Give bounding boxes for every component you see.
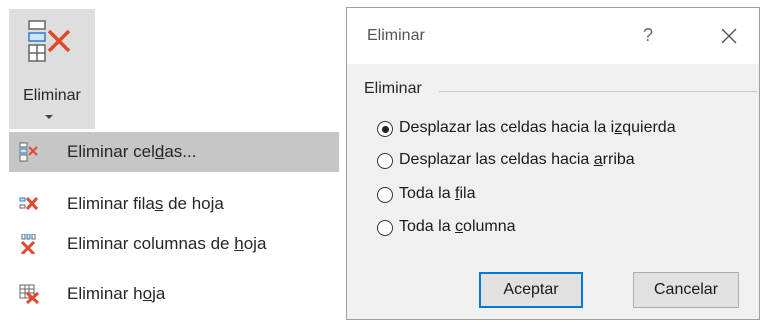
dropdown-arrow-icon[interactable] bbox=[45, 115, 53, 119]
delete-sheet-icon bbox=[19, 284, 40, 304]
menu-item-delete-rows[interactable]: Eliminar filas de hoja bbox=[9, 184, 339, 224]
dialog-title: Eliminar bbox=[367, 27, 425, 44]
dialog-titlebar[interactable]: Eliminar ? bbox=[347, 8, 759, 64]
group-label: Eliminar bbox=[364, 80, 426, 98]
radio-button[interactable] bbox=[377, 121, 393, 137]
radio-button[interactable] bbox=[377, 153, 393, 169]
menu-item-label: Eliminar columnas de hoja bbox=[67, 234, 267, 253]
delete-cells-icon bbox=[28, 20, 71, 62]
radio-label: Desplazar las celdas hacia la izquierda bbox=[399, 119, 676, 136]
delete-dialog: Eliminar ? Eliminar Desplazar las celdas… bbox=[346, 7, 760, 320]
cancel-button[interactable]: Cancelar bbox=[633, 272, 739, 308]
radio-button[interactable] bbox=[377, 187, 393, 203]
help-button[interactable]: ? bbox=[643, 25, 653, 46]
menu-item-delete-sheet[interactable]: Eliminar hoja bbox=[9, 274, 339, 314]
radio-button[interactable] bbox=[377, 220, 393, 236]
delete-columns-icon bbox=[20, 234, 36, 254]
close-icon[interactable] bbox=[719, 26, 739, 46]
menu-item-label: Eliminar celdas... bbox=[67, 142, 197, 161]
menu-item-delete-columns[interactable]: Eliminar columnas de hoja bbox=[9, 224, 339, 264]
radio-label: Toda la fila bbox=[399, 185, 476, 202]
delete-button-label: Eliminar bbox=[23, 87, 81, 104]
menu-item-label: Eliminar filas de hoja bbox=[67, 194, 224, 213]
delete-menu: Eliminar celdas... Eliminar filas de hoj… bbox=[9, 131, 339, 321]
delete-cells-icon bbox=[19, 142, 38, 162]
radio-label: Desplazar las celdas hacia arriba bbox=[399, 151, 635, 168]
delete-rows-icon bbox=[19, 196, 39, 211]
radio-label: Toda la columna bbox=[399, 218, 516, 235]
group-divider bbox=[439, 91, 757, 92]
ok-button[interactable]: Aceptar bbox=[479, 272, 583, 308]
delete-split-button[interactable]: Eliminar bbox=[9, 9, 95, 129]
menu-item-label: Eliminar hoja bbox=[67, 284, 166, 303]
menu-item-delete-cells[interactable]: Eliminar celdas... bbox=[9, 132, 339, 172]
